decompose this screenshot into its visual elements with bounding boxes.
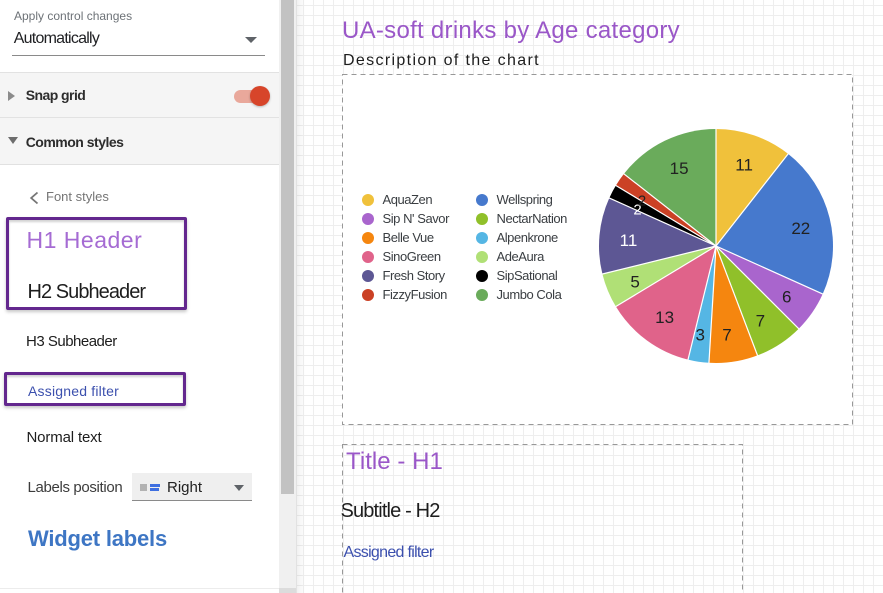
svg-text:6: 6 xyxy=(782,288,791,307)
svg-text:13: 13 xyxy=(655,308,674,327)
svg-text:7: 7 xyxy=(756,311,765,330)
svg-text:5: 5 xyxy=(630,273,639,292)
svg-text:11: 11 xyxy=(620,231,638,250)
svg-text:2: 2 xyxy=(638,193,646,210)
svg-text:15: 15 xyxy=(670,159,689,178)
svg-text:3: 3 xyxy=(695,325,704,344)
svg-text:11: 11 xyxy=(735,156,753,175)
svg-text:22: 22 xyxy=(791,219,810,238)
svg-text:7: 7 xyxy=(722,325,731,344)
